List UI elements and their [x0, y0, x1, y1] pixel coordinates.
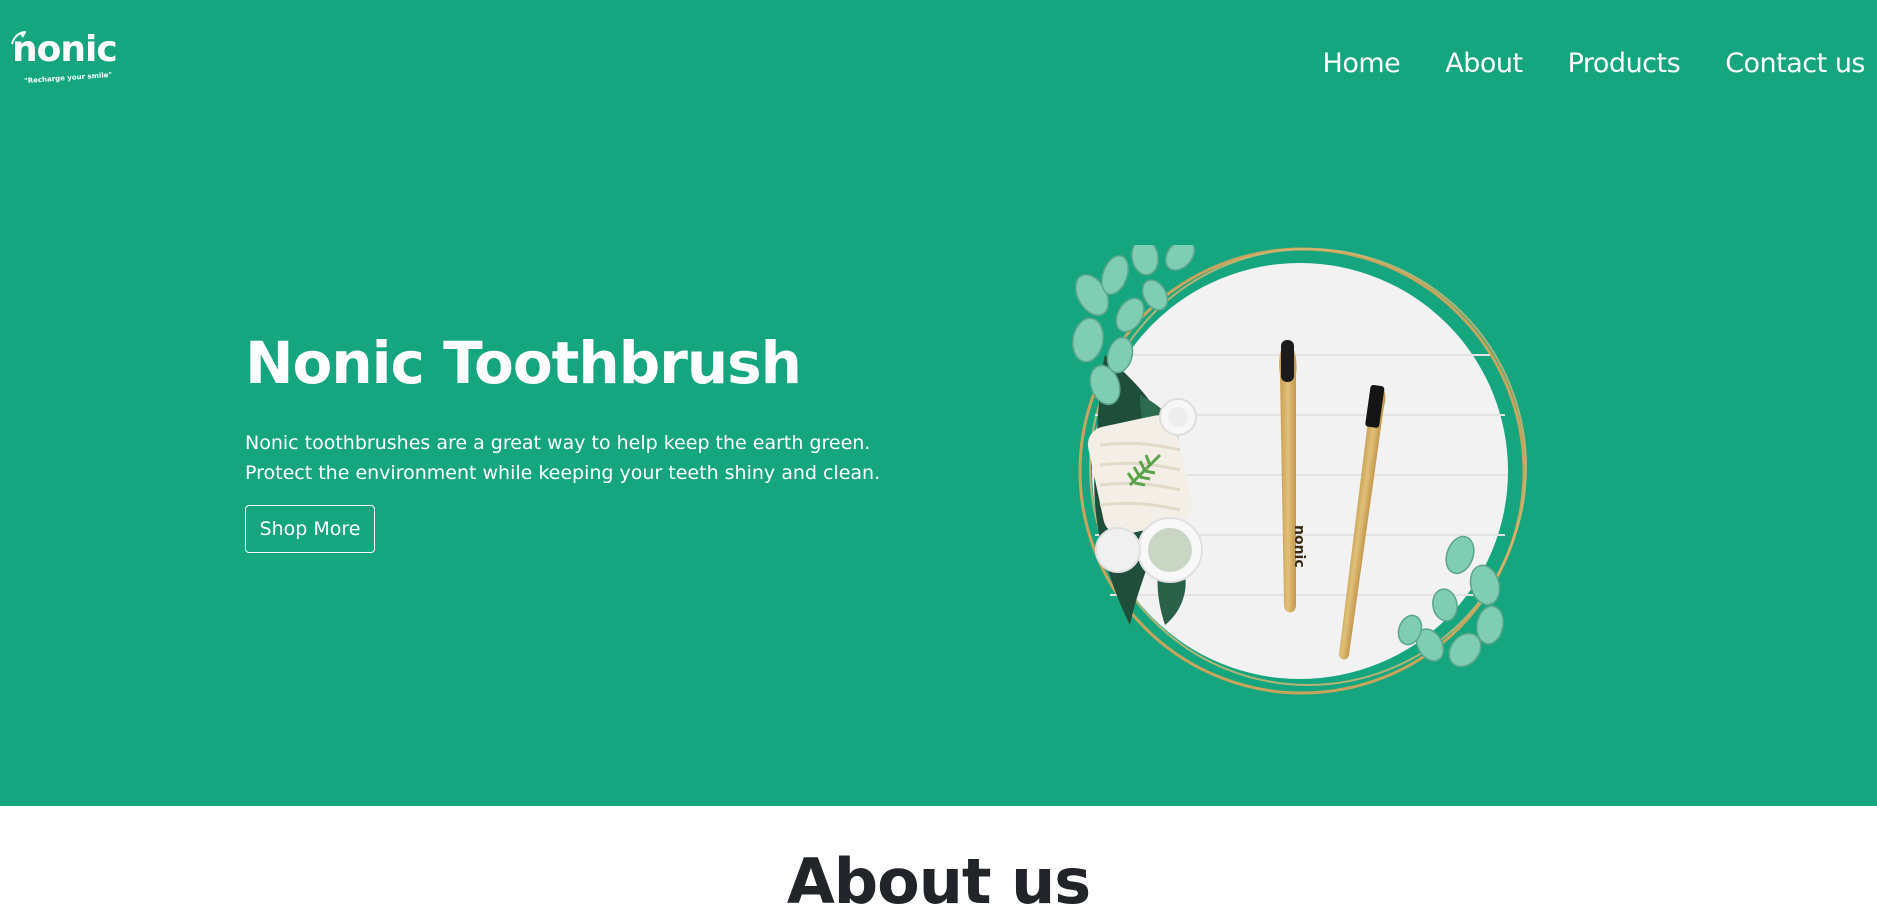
about-section-title: About us — [786, 845, 1091, 918]
hero-description: Nonic toothbrushes are a great way to he… — [245, 432, 881, 484]
brand-name: nonic — [12, 29, 118, 70]
svg-text:nonic: nonic — [1291, 525, 1307, 568]
hero-title: Nonic Toothbrush — [245, 329, 802, 397]
hero-section: nonic "Recharge your smile" Home About P… — [0, 0, 1877, 806]
nav-link-products[interactable]: Products — [1568, 46, 1681, 82]
nav-link-contact[interactable]: Contact us — [1725, 46, 1865, 82]
hero-product-image: nonic — [1071, 245, 1527, 695]
nav-link-home[interactable]: Home — [1323, 46, 1401, 82]
brand-logo[interactable]: nonic "Recharge your smile" — [11, 28, 122, 90]
main-nav: Home About Products Contact us — [1323, 46, 1866, 82]
shop-more-button[interactable]: Shop More — [245, 505, 375, 553]
nav-link-about[interactable]: About — [1445, 46, 1523, 82]
brand-tagline: "Recharge your smile" — [23, 70, 113, 86]
